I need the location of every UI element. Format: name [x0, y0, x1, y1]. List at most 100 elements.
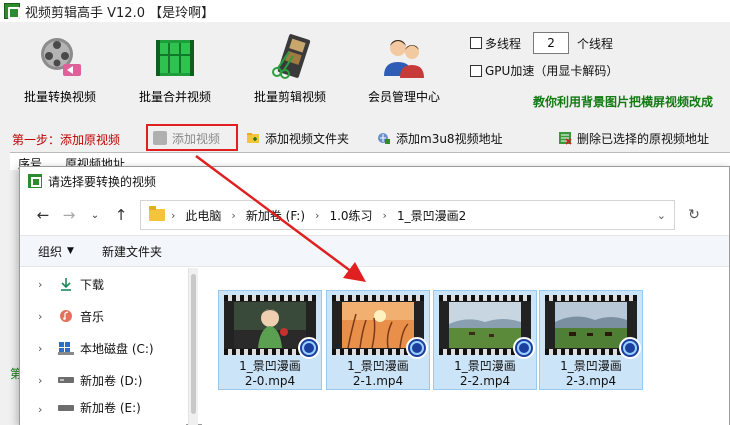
file-name-line: 1_景凹漫画 [454, 359, 516, 373]
film-strip-edge [224, 295, 316, 301]
file-name: 1_景凹漫画 2-0.mp4 [219, 359, 321, 389]
scrollbar-thumb[interactable] [191, 274, 196, 414]
breadcrumb-item[interactable]: 1_景凹漫画2 [397, 207, 466, 224]
drive-icon [58, 372, 74, 388]
video-player-badge-icon [513, 337, 535, 359]
grassland-thumbnail [449, 302, 521, 348]
expand-chevron-icon[interactable]: › [38, 342, 52, 355]
file-item[interactable]: 1_景凹漫画 2-2.mp4 [433, 290, 537, 390]
anime-character-thumbnail [234, 302, 306, 348]
caret-down-icon: ▼ [67, 246, 74, 256]
organize-label: 组织 [38, 244, 63, 259]
expand-chevron-icon[interactable]: › [38, 278, 52, 291]
film-strip-edge [439, 295, 531, 301]
highlight-box [146, 124, 238, 151]
multithread-checkbox[interactable] [470, 37, 482, 49]
thread-unit-label: 个线程 [577, 36, 614, 51]
main-toolbar: 批量转换视频 批量合并视频 批量剪辑视频 会员管理中心 多线程 2 个线程 GP… [0, 22, 730, 120]
organize-button[interactable]: 组织 ▼ [38, 243, 74, 260]
delete-list-icon [559, 132, 572, 145]
thread-count-input[interactable]: 2 [533, 32, 570, 54]
video-player-badge-icon [298, 337, 320, 359]
member-center-label: 会员管理中心 [367, 90, 440, 104]
file-name: 1_景凹漫画 2-1.mp4 [327, 359, 429, 389]
batch-merge-label: 批量合并视频 [138, 90, 211, 104]
app-titlebar: 视频剪辑高手 V12.0 【是玲啊】 [0, 0, 730, 22]
batch-edit-button[interactable]: 批量剪辑视频 [240, 30, 340, 116]
recent-locations-chevron-icon[interactable]: ⌄ [82, 202, 108, 228]
member-center-button[interactable]: 会员管理中心 [354, 30, 454, 116]
video-player-badge-icon [406, 337, 428, 359]
film-strip-green-icon [156, 40, 194, 76]
add-folder-label: 添加视频文件夹 [265, 131, 350, 146]
gpu-checkbox[interactable] [470, 64, 482, 77]
file-open-dialog: 请选择要转换的视频 ← → ⌄ ↑ › 此电脑 › 新加卷 (F:) › 1.0… [19, 166, 730, 425]
file-item[interactable]: 1_景凹漫画 2-0.mp4 [218, 290, 322, 390]
drive-icon [58, 400, 74, 416]
add-m3u8-label: 添加m3u8视频地址 [396, 131, 503, 146]
up-arrow-icon[interactable]: ↑ [108, 202, 134, 228]
batch-convert-label: 批量转换视频 [23, 90, 96, 104]
add-m3u8-button[interactable]: 添加m3u8视频地址 [377, 127, 503, 149]
new-folder-button[interactable]: 新建文件夹 [102, 243, 162, 260]
file-list: 1_景凹漫画 2-0.mp4 1_景凹漫画 2-1.mp4 1_景凹漫画 2-2… [202, 268, 729, 425]
nav-item-label: 新加卷 (E:) [80, 401, 141, 415]
delete-selected-button[interactable]: 删除已选择的原视频地址 [558, 127, 709, 149]
video-thumbnail [224, 295, 320, 359]
file-name: 1_景凹漫画 2-3.mp4 [540, 359, 642, 389]
m3u8-link-icon [378, 133, 390, 144]
nav-item-music[interactable]: › 音乐 [20, 300, 186, 332]
file-name: 1_景凹漫画 2-2.mp4 [434, 359, 536, 389]
add-folder-button[interactable]: 添加视频文件夹 [246, 127, 349, 149]
batch-convert-button[interactable]: 批量转换视频 [10, 30, 110, 116]
navigation-pane: › 下载 › 音乐 › 本地磁盘 (C:) › 新加卷 (D:) › 新加卷 (… [20, 268, 186, 425]
folder-plus-icon [247, 133, 259, 143]
breadcrumb-item[interactable]: 此电脑 [185, 207, 221, 224]
file-name-line: 2-2.mp4 [459, 374, 511, 388]
nav-item-drive-d[interactable]: › 新加卷 (D:) [20, 364, 186, 396]
dialog-command-bar: 组织 ▼ 新建文件夹 [20, 235, 729, 267]
breadcrumb-item[interactable]: 新加卷 (F:) [246, 207, 305, 224]
file-name-line: 2-3.mp4 [565, 374, 617, 388]
download-icon [58, 276, 74, 292]
back-arrow-icon[interactable]: ← [30, 202, 56, 228]
batch-merge-button[interactable]: 批量合并视频 [125, 30, 225, 116]
file-item[interactable]: 1_景凹漫画 2-3.mp4 [539, 290, 643, 390]
windows-drive-icon [58, 340, 74, 356]
tutorial-link[interactable]: 教你利用背景图片把横屏视频改成 [533, 93, 713, 110]
multithread-label: 多线程 [485, 36, 522, 51]
expand-chevron-icon[interactable]: › [38, 374, 52, 387]
app-left-edge [0, 170, 10, 425]
address-bar[interactable]: › 此电脑 › 新加卷 (F:) › 1.0练习 › 1_景凹漫画2 ⌄ [140, 200, 675, 230]
nav-item-label: 本地磁盘 (C:) [80, 341, 154, 356]
forward-arrow-icon[interactable]: → [56, 202, 82, 228]
file-name-line: 1_景凹漫画 [347, 359, 409, 373]
file-name-line: 1_景凹漫画 [560, 359, 622, 373]
breadcrumb-item[interactable]: 1.0练习 [329, 207, 372, 224]
refresh-icon[interactable]: ↻ [683, 204, 705, 226]
dialog-nav-row: ← → ⌄ ↑ › 此电脑 › 新加卷 (F:) › 1.0练习 › 1_景凹漫… [20, 195, 729, 235]
file-name-line: 2-1.mp4 [352, 374, 404, 388]
dialog-logo-icon [28, 174, 42, 188]
sunset-reeds-thumbnail [342, 302, 414, 348]
nav-item-drive-c[interactable]: › 本地磁盘 (C:) [20, 332, 186, 364]
film-scissors-icon [272, 34, 311, 79]
breadcrumb-chevron-icon: › [315, 208, 320, 222]
video-thumbnail [545, 295, 641, 359]
nav-pane-scrollbar[interactable] [188, 268, 198, 425]
grassland-cattle-thumbnail [555, 302, 627, 348]
music-icon [58, 308, 74, 324]
file-item[interactable]: 1_景凹漫画 2-1.mp4 [326, 290, 430, 390]
users-icon [384, 40, 424, 78]
breadcrumb-chevron-icon: › [231, 208, 236, 222]
breadcrumb-chevron-icon: › [171, 208, 176, 222]
video-player-badge-icon [619, 337, 641, 359]
dialog-titlebar: 请选择要转换的视频 [20, 167, 729, 195]
address-dropdown-icon[interactable]: ⌄ [657, 209, 666, 222]
expand-chevron-icon[interactable]: › [38, 403, 52, 416]
gpu-label: GPU加速（用显卡解码） [485, 64, 619, 78]
nav-item-drive-e[interactable]: › 新加卷 (E:) [20, 396, 186, 416]
expand-chevron-icon[interactable]: › [38, 310, 52, 323]
app-logo-icon [4, 3, 20, 19]
nav-item-downloads[interactable]: › 下载 [20, 268, 186, 300]
